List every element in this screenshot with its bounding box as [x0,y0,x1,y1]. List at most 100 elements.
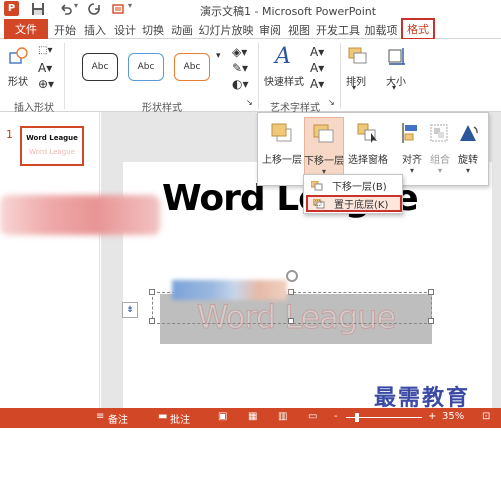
text-box-icon[interactable]: A▾ [38,61,52,75]
text-fill-icon[interactable]: A▾ [310,45,324,59]
dialog-launcher-icon[interactable]: ↘ [246,98,253,107]
size-dropdown-icon[interactable]: ▾ [392,83,396,92]
align-label: 对齐 [402,155,422,166]
fit-slide-icon[interactable]: ⊡ [482,411,490,422]
send-backward-icon [311,122,337,146]
text-effects-icon[interactable]: A▾ [310,77,324,91]
menu-item-label: 置于底层(K) [334,200,389,211]
bring-forward-button[interactable]: 上移一层 [262,117,302,181]
group-divider [64,43,65,109]
text-outline-icon[interactable]: A▾ [310,61,324,75]
group-dropdown-icon[interactable]: ▾ [438,166,442,175]
save-icon[interactable] [30,1,46,17]
tab-insert[interactable]: 插入 [81,20,109,39]
tab-view[interactable]: 视图 [285,20,313,39]
align-dropdown-icon[interactable]: ▾ [410,166,414,175]
comments-button[interactable]: 批注 [170,411,190,426]
menu-item-send-backward[interactable]: 下移一层(B) [306,177,402,194]
resize-handle[interactable] [149,289,155,295]
shape-style-sample-1[interactable]: Abc [82,53,118,81]
selection-pane-label: 选择窗格 [348,155,388,166]
send-backward-menu: 下移一层(B) 置于底层(K) [303,174,403,214]
tab-file[interactable]: 文件 [4,19,48,39]
group-divider [258,43,259,109]
shape-style-sample-2[interactable]: Abc [128,53,164,81]
tab-home[interactable]: 开始 [51,20,79,39]
resize-handle[interactable] [288,289,294,295]
undo-icon[interactable] [58,1,74,17]
rotate-dropdown-icon[interactable]: ▾ [466,166,470,175]
send-backward-button[interactable]: 下移一层 ▾ [304,117,344,181]
layout-options-icon[interactable]: ⇟ [122,302,138,318]
rotate-button[interactable]: 旋转 ▾ [448,117,488,181]
slide-sorter-icon[interactable]: ▦ [248,411,257,422]
tab-format[interactable]: 格式 [401,18,435,40]
blurred-region [0,195,160,235]
tab-design[interactable]: 设计 [111,20,139,39]
shape-fill-icon[interactable]: ◈▾ [232,45,247,59]
tab-developer[interactable]: 开发工具 [313,20,363,39]
resize-handle[interactable] [149,318,155,324]
send-backward-label: 下移一层 [304,156,344,167]
selection-pane-icon [355,121,381,145]
quick-styles-label[interactable]: 快速样式 [264,73,304,88]
resize-handle[interactable] [428,318,434,324]
edit-shape-icon[interactable]: ⬚▾ [38,45,52,56]
arrange-icon[interactable] [346,45,368,70]
zoom-out-button[interactable]: - [334,411,338,422]
bring-forward-icon [269,121,295,145]
dialog-launcher-icon[interactable]: ↘ [328,98,335,107]
tab-review[interactable]: 审阅 [256,20,284,39]
shape-icon[interactable] [8,45,30,70]
notes-button[interactable]: 备注 [108,411,128,426]
shape-effects-icon[interactable]: ◐▾ [232,77,249,91]
shape-button-label[interactable]: 形状 [8,73,28,88]
menu-item-send-to-back[interactable]: 置于底层(K) [306,195,402,212]
shape-outline-icon[interactable]: ✎▾ [232,61,248,75]
tab-slideshow[interactable]: 幻灯片放映 [198,20,254,39]
svg-text:A: A [273,44,291,69]
tab-animations[interactable]: 动画 [168,20,196,39]
send-backward-small-icon [310,180,323,191]
shape-style-sample-3[interactable]: Abc [174,53,210,81]
gallery-more-icon[interactable]: ▾ [216,51,221,61]
group-label: 组合 [430,155,450,166]
redo-icon[interactable] [86,1,102,17]
send-to-back-icon [312,198,325,209]
bring-forward-label: 上移一层 [262,155,302,166]
arrange-dropdown-icon[interactable]: ▾ [352,83,356,92]
size-icon[interactable] [386,45,408,70]
slideshow-icon[interactable]: ▭ [308,411,317,422]
resize-handle[interactable] [288,318,294,324]
zoom-in-button[interactable]: + [428,411,436,422]
resize-handle[interactable] [428,289,434,295]
window-title: 演示文稿1 - Microsoft PowerPoint [200,5,377,18]
slide-thumbnail-pane: 1 Word League Word League [0,112,100,408]
group-divider [340,43,341,109]
reading-view-icon[interactable]: ▥ [278,411,287,422]
customize-icon[interactable] [110,1,126,17]
merge-shapes-icon[interactable]: ⊕▾ [38,77,54,91]
slide-number: 1 [6,128,13,141]
zoom-slider-thumb[interactable] [354,413,359,422]
rotate-icon [455,121,481,145]
watermark-text: 最需教育 [374,385,471,411]
rotate-label: 旋转 [458,155,478,166]
powerpoint-logo-icon: P [4,1,19,16]
selection-pane-button[interactable]: 选择窗格 [348,117,388,181]
tab-transitions[interactable]: 切换 [139,20,167,39]
customize-dropdown-icon[interactable]: ▾ [128,1,132,10]
thumbnail-title: Word League [26,134,78,142]
rotation-handle[interactable] [286,270,298,282]
tab-addins[interactable]: 加载项 [361,20,401,39]
blurred-region [172,280,287,300]
ribbon-tabs: 文件 开始 插入 设计 切换 动画 幻灯片放映 审阅 视图 开发工具 加载项 格… [0,18,501,40]
quick-styles-icon[interactable]: A [272,43,296,72]
comments-icon[interactable]: ▬ [158,411,167,422]
normal-view-icon[interactable]: ▣ [218,411,227,422]
zoom-level[interactable]: 35% [442,411,464,422]
undo-dropdown-icon[interactable]: ▾ [74,1,78,10]
notes-icon[interactable]: ≡ [96,411,104,422]
thumbnail-wordart: Word League [29,148,75,156]
slide-thumbnail[interactable]: Word League Word League [20,126,84,166]
